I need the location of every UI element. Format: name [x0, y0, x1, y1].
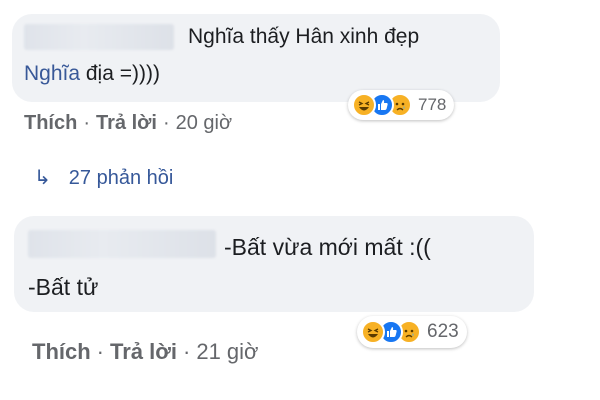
view-replies-link[interactable]: ↳ 27 phản hồi — [34, 165, 173, 190]
comment-text-line1: Nghĩa thấy Hân xinh đẹp — [188, 25, 420, 48]
blurred-author-name — [28, 230, 216, 258]
comment-text-line1: -Bất vừa mới mất :(( — [224, 234, 431, 260]
reply-arrow-icon: ↳ — [34, 167, 51, 189]
like-button[interactable]: Thích — [32, 339, 91, 364]
comment-text-rest: địa =)))) — [80, 62, 160, 85]
separator: · — [183, 339, 191, 364]
comment-actions: Thích · Trả lời · 21 giờ — [32, 339, 258, 365]
comment-actions: Thích · Trả lời · 20 giờ — [24, 112, 232, 135]
reaction-count: 778 — [418, 95, 447, 114]
mention-link[interactable]: Nghĩa — [24, 62, 80, 85]
separator: · — [96, 339, 104, 364]
blurred-author-name — [24, 24, 174, 50]
like-button[interactable]: Thích — [24, 112, 77, 134]
comment-text-line2: -Bất tử — [28, 274, 99, 300]
replies-count-label: 27 phản hồi — [68, 167, 174, 189]
reply-button[interactable]: Trả lời — [110, 339, 177, 364]
comment-text-line2: Nghĩa địa =)))) — [24, 62, 160, 86]
haha-icon — [352, 93, 376, 117]
reply-button[interactable]: Trả lời — [96, 112, 157, 134]
haha-icon — [361, 320, 385, 344]
timestamp[interactable]: 20 giờ — [176, 112, 232, 134]
separator: · — [162, 112, 170, 134]
separator: · — [83, 112, 91, 134]
reaction-count: 623 — [427, 321, 459, 342]
timestamp[interactable]: 21 giờ — [196, 339, 258, 364]
reactions-summary[interactable]: 623 — [357, 316, 467, 348]
reactions-summary[interactable]: 778 — [348, 90, 455, 120]
